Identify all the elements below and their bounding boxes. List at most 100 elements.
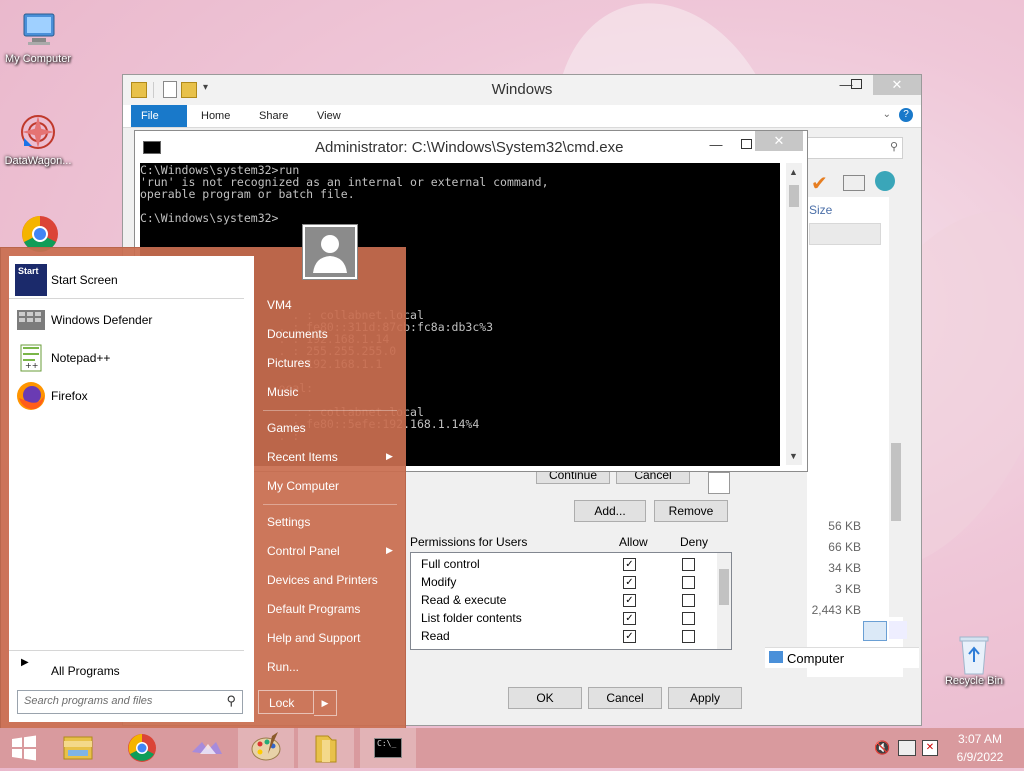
cmd-icon: C:\_ — [374, 738, 402, 758]
maximize-button[interactable] — [841, 75, 871, 95]
program-start-screen[interactable]: Start Start Screen — [15, 264, 251, 296]
lock-button[interactable]: Lock — [258, 690, 314, 714]
cmd-titlebar[interactable]: Administrator: C:\Windows\System32\cmd.e… — [135, 131, 807, 163]
size-cell: 66 KB — [828, 540, 861, 554]
start-menu-documents[interactable]: Documents — [267, 327, 328, 341]
ribbon-tabs: File Home Share View ⌄ ? — [123, 105, 921, 128]
cmd-scrollbar[interactable]: ▲ ▼ — [786, 163, 802, 465]
size-cell: 56 KB — [828, 519, 861, 533]
start-search-input[interactable]: Search programs and files ⚲ — [17, 690, 243, 714]
desktop-icon-my-computer[interactable]: My Computer — [0, 10, 76, 65]
remove-button[interactable]: Remove — [654, 500, 728, 522]
scrollbar-thumb[interactable] — [719, 569, 729, 605]
console-line: operable program or batch file. — [140, 187, 355, 202]
tab-share[interactable]: Share — [249, 105, 298, 127]
taskbar-explorer-window[interactable] — [298, 728, 354, 768]
selected-row[interactable] — [809, 223, 881, 245]
apply-button[interactable]: Apply — [668, 687, 742, 709]
explorer-titlebar[interactable]: ▾ Windows — ✕ — [123, 75, 921, 105]
allow-checkbox[interactable]: ✓ — [623, 576, 636, 589]
taskbar-visual-studio[interactable] — [178, 728, 234, 768]
allow-checkbox[interactable]: ✓ — [623, 558, 636, 571]
start-menu-programs-pane: Start Start Screen Windows Defender ++ N… — [9, 256, 254, 722]
console-line: C:\Windows\system32> — [140, 211, 279, 226]
desktop-icon-datawagon[interactable]: DataWagon... — [0, 112, 76, 167]
cancel-button[interactable]: Cancel — [588, 687, 662, 709]
search-icon: ⚲ — [889, 141, 898, 153]
taskbar-paint[interactable] — [238, 728, 294, 768]
start-menu-help-support[interactable]: Help and Support — [267, 631, 360, 645]
vertical-scrollbar[interactable] — [889, 197, 903, 617]
scrollbar-thumb[interactable] — [891, 443, 901, 521]
status-location: Computer — [787, 651, 845, 666]
clock-date[interactable]: 6/9/2022 — [950, 750, 1010, 764]
start-menu-recent-items[interactable]: Recent Items — [267, 450, 338, 464]
scroll-up-icon[interactable]: ▲ — [789, 167, 798, 177]
program-firefox[interactable]: Firefox — [15, 380, 251, 412]
size-cell: 2,443 KB — [811, 603, 861, 617]
shutdown-options-arrow-icon[interactable]: ▶ — [314, 690, 337, 716]
size-column-header[interactable]: Size — [809, 203, 832, 217]
deny-checkbox[interactable] — [682, 558, 695, 571]
deny-checkbox[interactable] — [682, 576, 695, 589]
start-menu-pictures[interactable]: Pictures — [267, 356, 310, 370]
cmd-minimize-button[interactable]: — — [701, 135, 731, 155]
action-center-flag-icon[interactable]: ✕ — [922, 740, 938, 756]
security-dialog[interactable]: Continue Cancel Add... Remove Permission… — [404, 464, 754, 724]
start-menu-devices-printers[interactable]: Devices and Printers — [267, 573, 378, 587]
scroll-down-icon[interactable]: ▼ — [789, 451, 798, 461]
permissions-scrollbar[interactable] — [717, 553, 731, 649]
user-avatar[interactable] — [302, 224, 358, 280]
all-programs-button[interactable]: All Programs — [51, 664, 120, 678]
start-button[interactable] — [0, 728, 48, 768]
taskbar-chrome[interactable] — [114, 728, 170, 768]
status-bar: Computer — [765, 647, 919, 668]
permissions-list[interactable]: Full control ✓ Modify ✓ Read & execute ✓… — [410, 552, 732, 650]
program-label: Firefox — [51, 389, 88, 403]
clock-time[interactable]: 3:07 AM — [950, 732, 1010, 746]
file-list[interactable]: Size 56 KB 66 KB 34 KB 3 KB 2,443 KB nt — [735, 197, 903, 677]
scrollbar-thumb[interactable] — [789, 185, 799, 207]
program-notepad-plus-plus[interactable]: ++ Notepad++ — [15, 342, 251, 374]
allow-checkbox[interactable]: ✓ — [623, 612, 636, 625]
tab-view[interactable]: View — [307, 105, 351, 127]
ok-button[interactable]: OK — [508, 687, 582, 709]
deny-checkbox[interactable] — [682, 612, 695, 625]
tiles-view-icon[interactable] — [889, 621, 907, 639]
details-view-icon[interactable] — [863, 621, 887, 641]
recycle-bin-icon — [954, 632, 994, 675]
help-icon[interactable]: ? — [899, 108, 913, 122]
add-button[interactable]: Add... — [574, 500, 646, 522]
start-menu[interactable]: Start Start Screen Windows Defender ++ N… — [0, 224, 406, 730]
start-menu-user[interactable]: VM4 — [267, 298, 292, 312]
deny-checkbox[interactable] — [682, 594, 695, 607]
start-menu-music[interactable]: Music — [267, 385, 298, 399]
network-icon[interactable] — [898, 740, 916, 756]
cmd-close-button[interactable]: ✕ — [755, 131, 803, 151]
allow-checkbox[interactable]: ✓ — [623, 594, 636, 607]
volume-muted-icon[interactable]: 🔇 — [874, 740, 890, 756]
deny-checkbox[interactable] — [682, 630, 695, 643]
taskbar-cmd[interactable]: C:\_ — [360, 728, 416, 768]
start-menu-run[interactable]: Run... — [267, 660, 299, 674]
close-button[interactable]: ✕ — [873, 75, 921, 95]
permission-name: Modify — [421, 575, 457, 589]
tab-home[interactable]: Home — [191, 105, 240, 127]
ribbon-expand-icon[interactable]: ⌄ — [883, 109, 891, 120]
start-menu-settings[interactable]: Settings — [267, 515, 310, 529]
program-windows-defender[interactable]: Windows Defender — [15, 304, 251, 336]
start-menu-games[interactable]: Games — [267, 421, 306, 435]
deny-header: Deny — [680, 535, 709, 549]
allow-checkbox[interactable]: ✓ — [623, 630, 636, 643]
taskbar-file-explorer[interactable] — [50, 728, 106, 768]
firefox-icon — [15, 380, 47, 412]
folder-icon — [315, 735, 337, 763]
tab-file[interactable]: File — [131, 105, 187, 127]
avatar-icon — [305, 227, 355, 277]
start-menu-my-computer[interactable]: My Computer — [267, 479, 339, 493]
start-menu-default-programs[interactable]: Default Programs — [267, 602, 360, 616]
start-menu-control-panel[interactable]: Control Panel — [267, 544, 340, 558]
search-box[interactable]: ⚲ — [807, 137, 903, 159]
desktop-icon-recycle-bin[interactable]: Recycle Bin — [936, 632, 1012, 687]
